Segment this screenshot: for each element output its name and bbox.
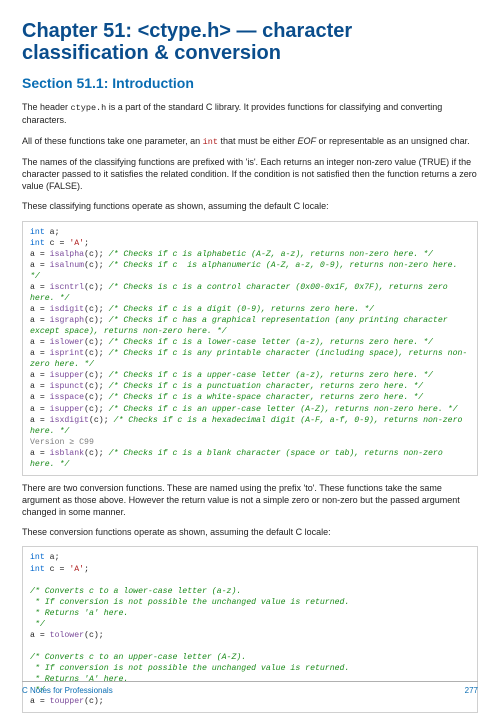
footer-left: C Notes for Professionals xyxy=(22,686,113,697)
intro-para-1: The header ctype.h is a part of the stan… xyxy=(22,101,478,127)
conv-para-2: These conversion functions operate as sh… xyxy=(22,526,478,538)
page-footer: C Notes for Professionals 277 xyxy=(22,681,478,697)
intro-para-2: All of these functions take one paramete… xyxy=(22,135,478,148)
footer-page: 277 xyxy=(465,686,478,697)
section-title: Section 51.1: Introduction xyxy=(22,74,478,93)
intro-para-4: These classifying functions operate as s… xyxy=(22,200,478,212)
conv-para-1: There are two conversion functions. Thes… xyxy=(22,482,478,518)
chapter-title: Chapter 51: <ctype.h> — character classi… xyxy=(22,20,478,64)
code-block-classify: int a; int c = 'A'; a = isalpha(c); /* C… xyxy=(22,221,478,476)
intro-para-3: The names of the classifying functions a… xyxy=(22,156,478,192)
int-keyword: int xyxy=(203,137,218,147)
ctype-code: ctype.h xyxy=(71,103,107,113)
